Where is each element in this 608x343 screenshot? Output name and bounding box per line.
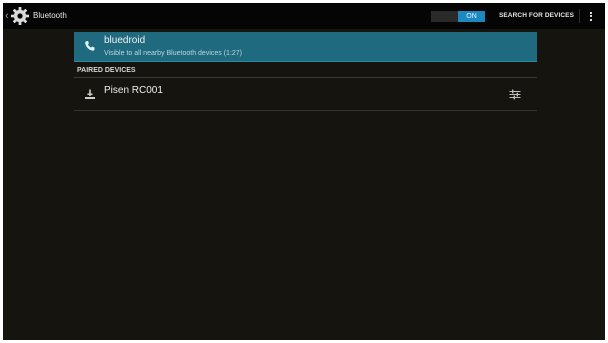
paired-device-name: Pisen RC001: [104, 85, 163, 96]
overflow-menu-icon[interactable]: [586, 10, 596, 23]
section-divider: [74, 77, 537, 78]
keyboard-icon: [85, 89, 95, 99]
device-name: bluedroid: [104, 35, 146, 46]
screen: ‹ Bluetooth ON SEARCH FOR DEVICES bluedr…: [3, 3, 605, 340]
device-visibility-status: Visible to all nearby Bluetooth devices …: [104, 50, 243, 57]
search-for-devices-button[interactable]: SEARCH FOR DEVICES: [496, 8, 577, 24]
phone-icon: [85, 41, 95, 51]
paired-devices-header: PAIRED DEVICES: [77, 67, 136, 74]
local-device-row[interactable]: bluedroid Visible to all nearby Bluetoot…: [74, 32, 537, 62]
toggle-on-label: ON: [458, 11, 485, 22]
device-settings-icon[interactable]: [509, 89, 521, 100]
settings-gear-icon[interactable]: [10, 6, 30, 26]
page-title: Bluetooth: [33, 11, 67, 20]
action-bar: ‹ Bluetooth ON SEARCH FOR DEVICES: [3, 3, 605, 29]
actionbar-divider: [579, 9, 580, 23]
bluetooth-toggle[interactable]: ON: [431, 11, 485, 22]
list-divider: [74, 110, 537, 111]
paired-device-row[interactable]: Pisen RC001: [74, 79, 537, 109]
